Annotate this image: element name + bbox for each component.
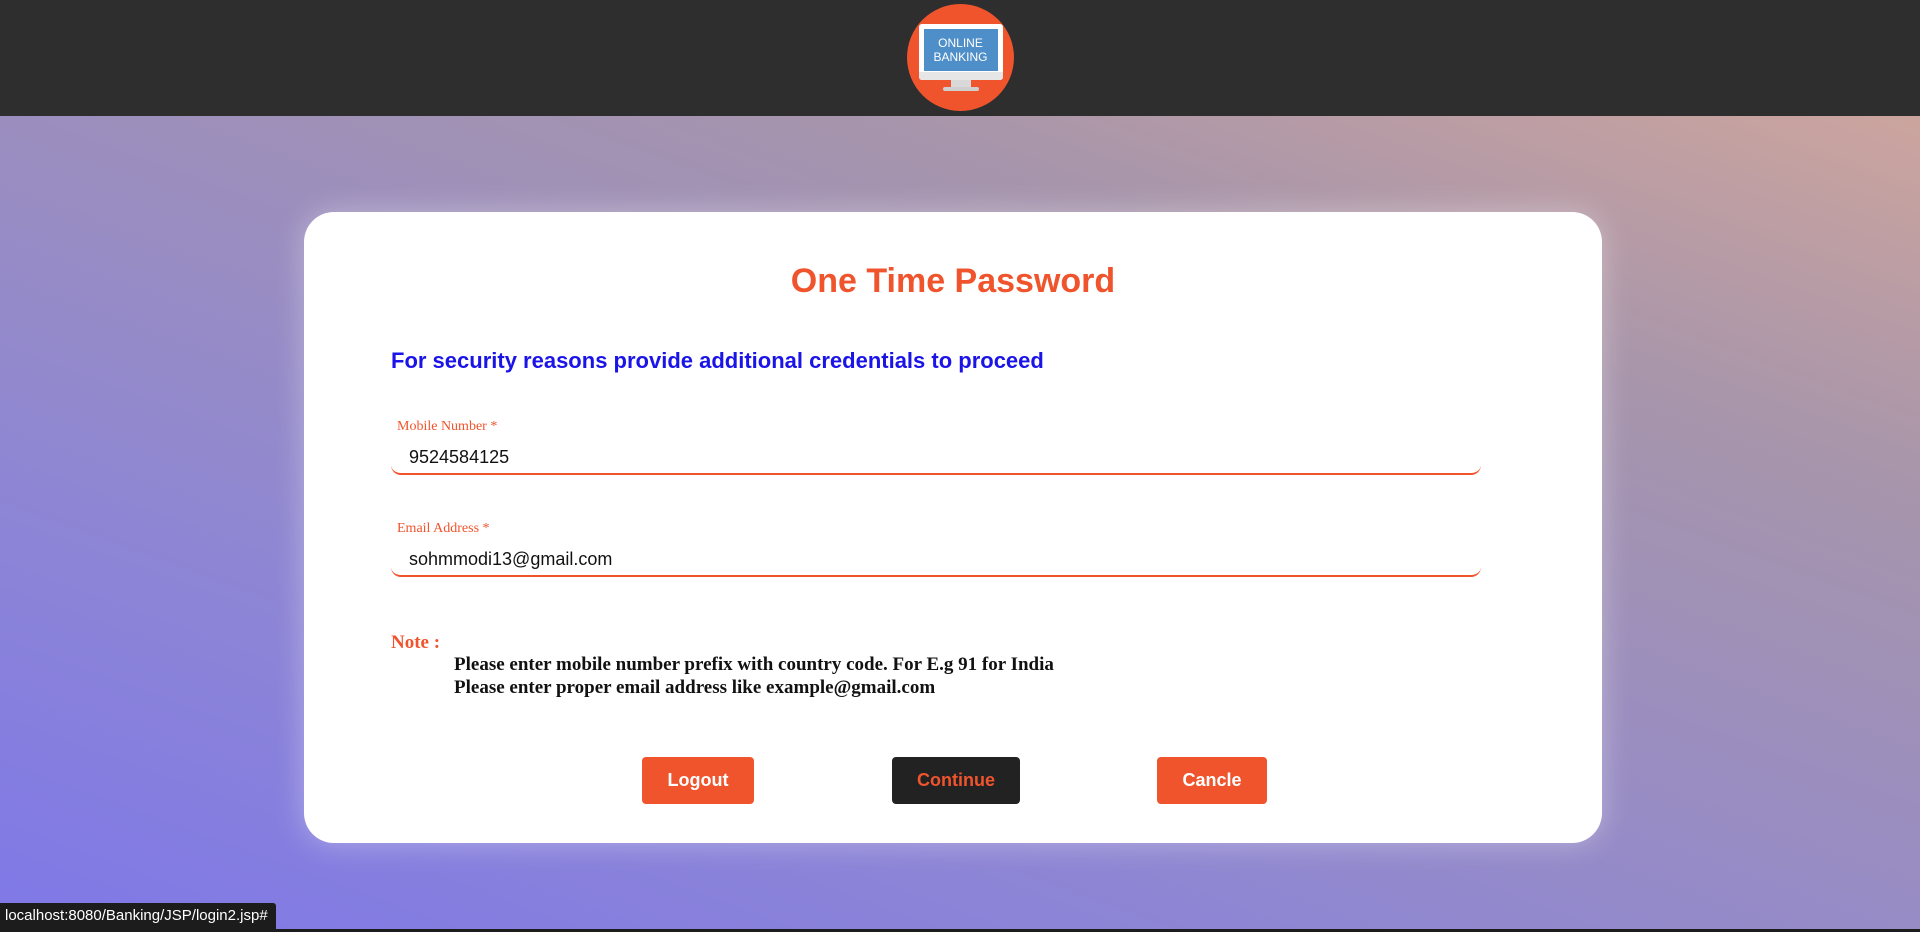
email-address-input[interactable] — [391, 543, 1481, 577]
note-line-mobile: Please enter mobile number prefix with c… — [454, 654, 1054, 675]
logo-screen: ONLINE BANKING — [923, 28, 998, 71]
continue-button[interactable]: Continue — [892, 757, 1020, 804]
logo-text-line2: BANKING — [933, 49, 988, 64]
note-title: Note : — [391, 632, 441, 653]
monitor-icon: ONLINE BANKING — [918, 23, 1003, 92]
top-header-bar: ONLINE BANKING — [0, 0, 1920, 116]
mobile-number-label: Mobile Number * — [397, 419, 498, 434]
logo-text-line1: ONLINE — [938, 35, 983, 50]
mobile-number-input[interactable] — [391, 441, 1481, 475]
page-title: One Time Password — [790, 262, 1116, 300]
browser-status-url: localhost:8080/Banking/JSP/login2.jsp# — [0, 903, 276, 929]
note-line-email: Please enter proper email address like e… — [454, 677, 936, 698]
online-banking-logo[interactable]: ONLINE BANKING — [907, 4, 1014, 111]
cancel-button[interactable]: Cancle — [1157, 757, 1267, 804]
otp-form-card: One Time Password For security reasons p… — [304, 212, 1602, 843]
logout-button[interactable]: Logout — [642, 757, 754, 804]
security-subtitle: For security reasons provide additional … — [391, 348, 1044, 373]
email-address-label: Email Address * — [397, 521, 490, 536]
